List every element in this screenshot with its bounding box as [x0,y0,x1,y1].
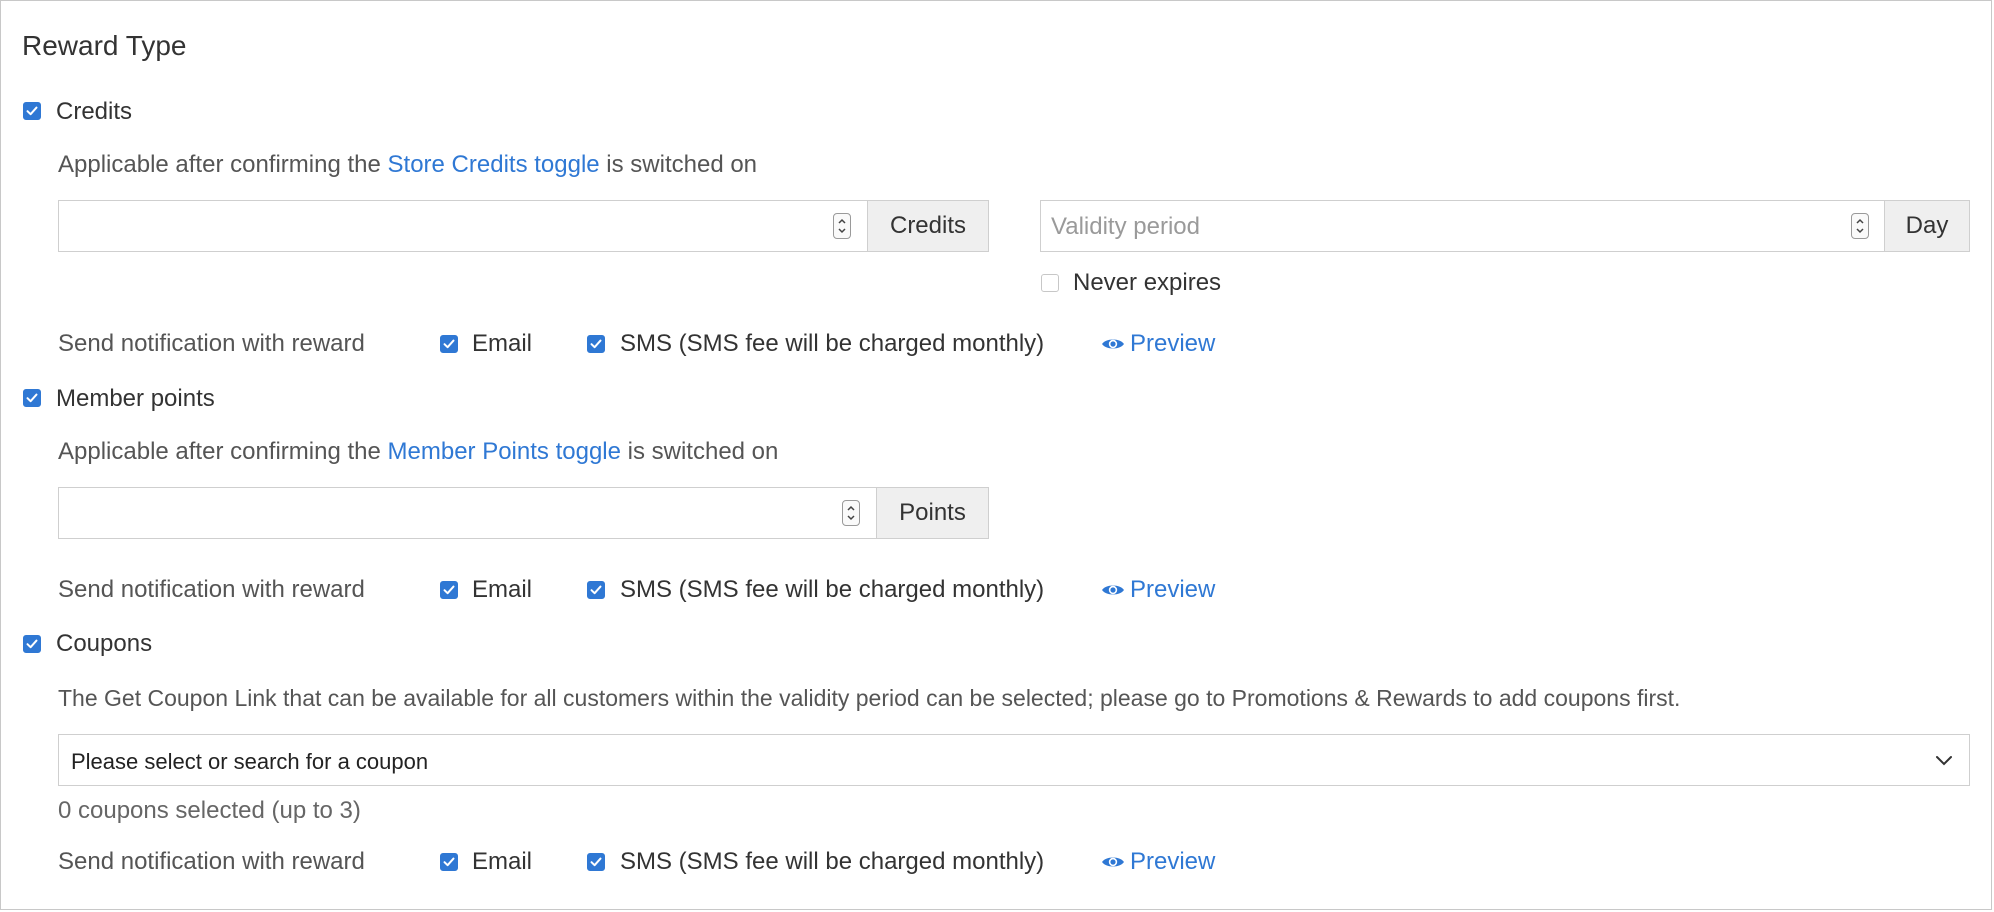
member-points-sms-label: SMS (SMS fee will be charged monthly) [620,576,1045,603]
credits-hint: Applicable after confirming the Store Cr… [58,151,757,179]
check-icon [26,106,38,116]
chevron-down-icon [1936,756,1952,766]
member-points-sms-checkbox[interactable] [587,581,605,599]
credits-email-label: Email [472,330,533,357]
check-icon [590,857,602,867]
credits-notification-label: Send notification with reward [58,330,365,357]
credits-hint-suffix: is switched on [599,151,758,178]
coupon-select-placeholder: Please select or search for a coupon [71,749,429,774]
member-points-hint: Applicable after confirming the Member P… [58,438,778,466]
credits-hint-prefix: Applicable after confirming the [58,151,388,178]
never-expires-checkbox[interactable] [1041,274,1059,292]
coupons-email-label: Email [472,848,533,875]
member-points-toggle-link[interactable]: Member Points toggle [388,438,621,465]
member-points-preview-link[interactable]: Preview [1101,576,1215,604]
coupons-email-checkbox[interactable] [440,853,458,871]
coupons-selected-count: 0 coupons selected (up to 3) [58,797,361,824]
member-points-hint-prefix: Applicable after confirming the [58,438,388,465]
member-points-hint-suffix: is switched on [620,438,779,465]
member-points-amount-stepper[interactable] [842,500,860,526]
credits-amount-input[interactable] [58,200,868,252]
stepper-arrows-icon [847,505,855,521]
coupons-hint: The Get Coupon Link that can be availabl… [58,685,1681,711]
section-title: Reward Type [22,30,187,61]
credits-label: Credits [56,98,133,125]
coupons-notification-label: Send notification with reward [58,848,365,875]
coupons-sms-label: SMS (SMS fee will be charged monthly) [620,848,1045,875]
check-icon [443,339,455,349]
member-points-label: Member points [56,385,215,412]
coupons-label: Coupons [56,630,153,657]
credits-amount-stepper[interactable] [833,213,851,239]
check-icon [590,339,602,349]
credits-email-checkbox[interactable] [440,335,458,353]
check-icon [26,393,38,403]
never-expires-label: Never expires [1073,269,1222,296]
coupon-select[interactable]: Please select or search for a coupon [58,734,1970,786]
check-icon [443,585,455,595]
check-icon [590,585,602,595]
credits-unit-addon: Credits [867,200,989,252]
store-credits-toggle-link[interactable]: Store Credits toggle [388,151,600,178]
coupons-sms-checkbox[interactable] [587,853,605,871]
credits-preview-label: Preview [1130,330,1216,357]
stepper-arrows-icon [838,218,846,234]
member-points-notification-label: Send notification with reward [58,576,365,603]
coupons-preview-label: Preview [1130,848,1216,875]
stepper-arrows-icon [1856,218,1864,234]
member-points-amount-input[interactable] [58,487,877,539]
points-unit-addon: Points [876,487,989,539]
eye-icon [1102,857,1124,867]
validity-period-stepper[interactable] [1851,213,1869,239]
member-points-preview-label: Preview [1130,576,1216,603]
validity-unit-addon: Day [1884,200,1970,252]
validity-period-placeholder: Validity period [1051,213,1200,240]
coupons-preview-link[interactable]: Preview [1101,848,1215,876]
credits-sms-checkbox[interactable] [587,335,605,353]
validity-period-input[interactable]: Validity period [1040,200,1886,252]
credits-preview-link[interactable]: Preview [1101,330,1215,358]
eye-icon [1102,339,1124,349]
check-icon [26,639,38,649]
credits-checkbox[interactable] [23,102,41,120]
member-points-checkbox[interactable] [23,389,41,407]
eye-icon [1102,585,1124,595]
member-points-email-checkbox[interactable] [440,581,458,599]
coupons-checkbox[interactable] [23,635,41,653]
member-points-email-label: Email [472,576,533,603]
credits-sms-label: SMS (SMS fee will be charged monthly) [620,330,1045,357]
check-icon [443,857,455,867]
